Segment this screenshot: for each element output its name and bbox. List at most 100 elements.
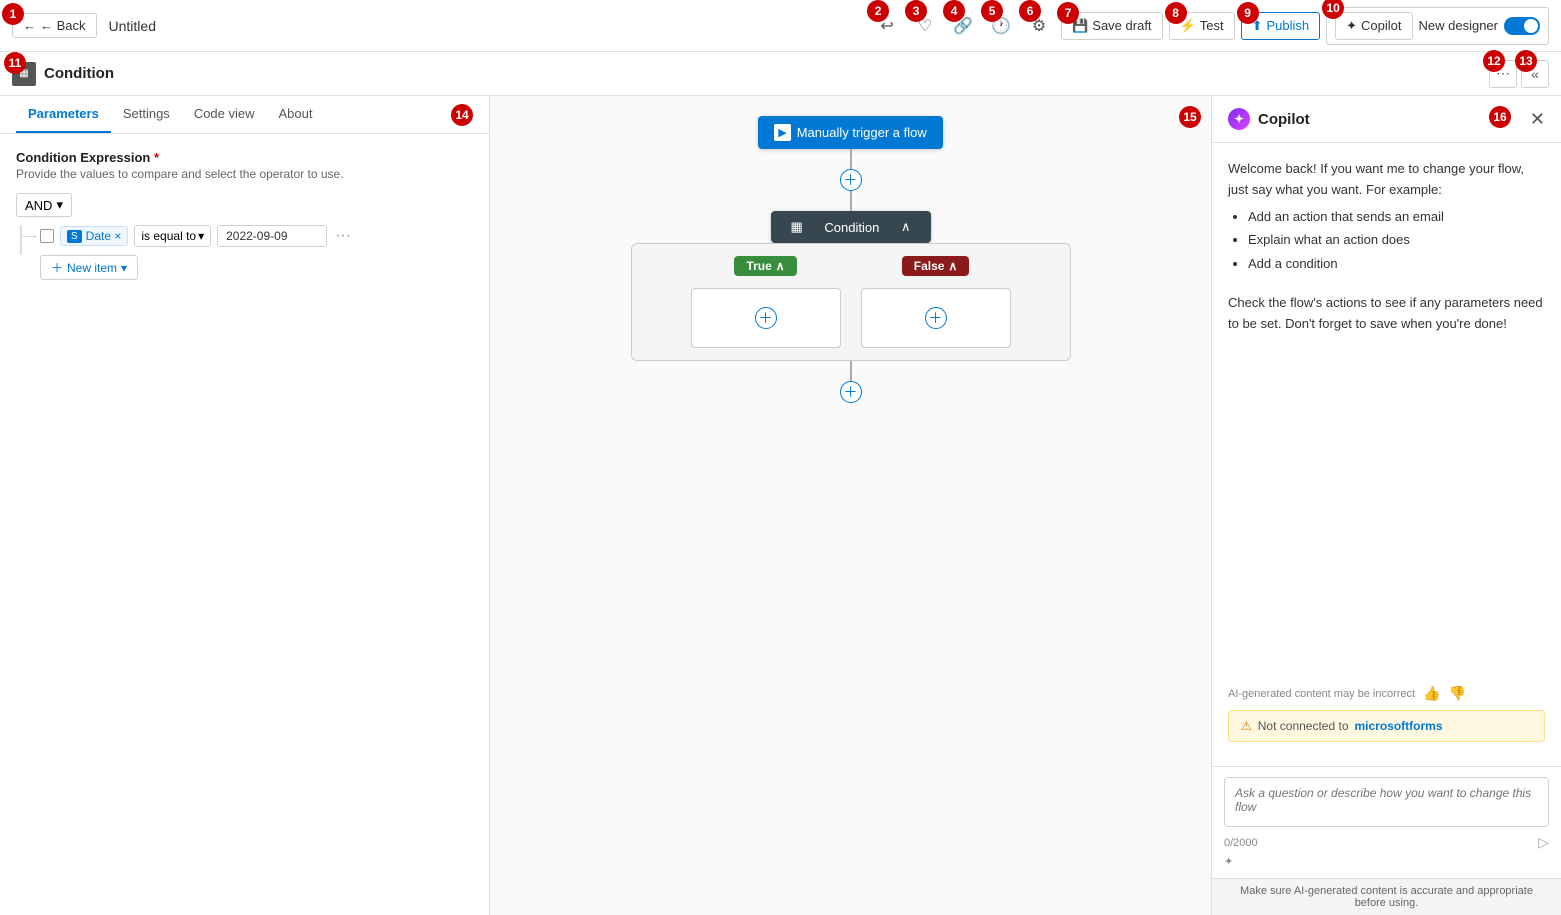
add-after-condition[interactable]: ＋ <box>840 381 862 403</box>
copilot-close-button[interactable]: ✕ <box>1530 109 1545 130</box>
copilot-button[interactable]: ✦ Copilot <box>1335 12 1412 40</box>
true-chevron-icon: ∧ <box>776 259 785 273</box>
new-designer-toggle[interactable] <box>1504 17 1540 35</box>
badge-1: 1 <box>2 3 24 25</box>
copilot-input-footer: 0/2000 ▷ <box>1224 834 1549 851</box>
copilot-check-message: Check the flow's actions to see if any p… <box>1228 293 1545 335</box>
badge5-wrap: 5 🕐 <box>985 10 1017 42</box>
copilot-spark-row: ✦ <box>1224 855 1549 868</box>
required-marker: * <box>154 150 159 165</box>
tab-settings[interactable]: Settings <box>111 96 182 133</box>
operator-dropdown[interactable]: is equal to ▾ <box>134 225 211 247</box>
condition-row: S Date × is equal to ▾ ··· <box>40 225 473 247</box>
second-bar-actions: 12 ⋯ 13 « <box>1489 60 1549 88</box>
ai-disclaimer-text: AI-generated content may be incorrect <box>1228 688 1415 700</box>
true-label: True ∧ <box>734 256 796 276</box>
add-after-trigger[interactable]: ＋ <box>840 169 862 191</box>
horiz-bar <box>20 236 34 237</box>
copilot-chat-input[interactable] <box>1224 777 1549 827</box>
copilot-label: Copilot <box>1361 18 1401 33</box>
true-branch-box: ＋ <box>691 288 841 348</box>
and-dropdown[interactable]: AND ▾ <box>16 193 72 217</box>
add-in-false[interactable]: ＋ <box>925 307 947 329</box>
condition-header: ▦ Condition <box>12 62 114 86</box>
badge4-wrap: 4 🔗 <box>947 10 979 42</box>
copilot-star-icon: ✦ <box>1346 18 1357 34</box>
field-hint: Provide the values to compare and select… <box>16 167 473 181</box>
date-chip[interactable]: S Date × <box>60 226 128 246</box>
copilot-input-area: 0/2000 ▷ ✦ <box>1212 766 1561 878</box>
toggle-knob <box>1524 19 1538 33</box>
trigger-node[interactable]: ▶ Manually trigger a flow <box>758 116 943 149</box>
example-3: Add a condition <box>1248 254 1545 275</box>
badge-12: 12 <box>1483 50 1505 72</box>
add-in-true[interactable]: ＋ <box>755 307 777 329</box>
badge-5: 5 <box>981 0 1003 22</box>
badge6-wrap: 6 ⚙ <box>1023 10 1055 42</box>
badge-15: 15 <box>1179 106 1201 128</box>
trigger-label: Manually trigger a flow <box>797 125 927 140</box>
connector-2 <box>850 191 852 211</box>
condition-flow-label: Condition <box>824 220 879 235</box>
tab-code-view[interactable]: Code view <box>182 96 267 133</box>
true-branch-col: True ∧ ＋ <box>691 256 841 348</box>
badge3-wrap: 3 ♡ <box>909 10 941 42</box>
badge-8: 8 <box>1165 2 1187 24</box>
connector-1 <box>850 149 852 169</box>
branches-row: True ∧ ＋ False ∧ <box>691 256 1011 348</box>
operator-chevron-icon: ▾ <box>198 229 204 243</box>
condition-flow-node[interactable]: ▦ Condition ∧ <box>771 211 931 243</box>
badge-14: 14 <box>451 104 473 126</box>
new-designer-toggle-wrap: ✦ Copilot New designer <box>1326 7 1549 45</box>
copilot-logo-icon: ✦ <box>1228 108 1250 130</box>
char-count: 0/2000 <box>1224 837 1258 849</box>
badge-9: 9 <box>1237 2 1259 24</box>
badge-10: 10 <box>1322 0 1344 19</box>
tab-about[interactable]: About <box>267 96 325 133</box>
false-branch-box: ＋ <box>861 288 1011 348</box>
spark-icon: ✦ <box>1224 855 1233 868</box>
center-panel: 15 ▶ Manually trigger a flow ＋ ▦ Conditi… <box>490 96 1211 915</box>
back-btn-wrap: 1 ← ← Back <box>12 13 97 38</box>
badge-4: 4 <box>943 0 965 22</box>
condition-chevron-icon: ∧ <box>901 219 911 235</box>
ai-disclaimer-row: AI-generated content may be incorrect 👍 … <box>1228 677 1545 702</box>
false-branch-col: False ∧ ＋ <box>861 256 1011 348</box>
copilot-title-text: Copilot <box>1258 111 1310 128</box>
tab-parameters[interactable]: Parameters <box>16 96 111 133</box>
new-item-chevron-icon: ▾ <box>121 261 127 275</box>
badge8-wrap: 8 ⚡ Test <box>1169 12 1235 40</box>
badge-6: 6 <box>1019 0 1041 22</box>
copilot-body: Welcome back! If you want me to change y… <box>1212 143 1561 766</box>
back-button[interactable]: ← ← Back <box>12 13 97 38</box>
send-button[interactable]: ▷ <box>1538 834 1549 851</box>
badge7-wrap: 7 💾 Save draft <box>1061 12 1162 40</box>
new-item-button[interactable]: ＋ New item ▾ <box>40 255 138 280</box>
branches-outer: True ∧ ＋ False ∧ <box>631 243 1071 361</box>
trigger-node-wrap: ▶ Manually trigger a flow ＋ <box>758 116 943 211</box>
copilot-panel: 16 ✦ Copilot ✕ Welcome back! If you want… <box>1211 96 1561 915</box>
top-bar: 1 ← ← Back Untitled 2 ↩ 3 ♡ 4 🔗 5 🕐 6 ⚙ <box>0 0 1561 52</box>
condition-title: Condition <box>44 65 114 82</box>
thumbs-down-button[interactable]: 👎 <box>1449 685 1466 702</box>
back-label: ← Back <box>40 18 86 33</box>
badge-2: 2 <box>867 0 889 22</box>
badge13-wrap: 13 « <box>1521 60 1549 88</box>
vert-bar <box>20 225 22 255</box>
not-connected-banner: ⚠ Not connected to microsoftforms <box>1228 710 1545 742</box>
thumbs-up-button[interactable]: 👍 <box>1423 685 1440 702</box>
badge-3: 3 <box>905 0 927 22</box>
main-layout: Parameters Settings Code view About 14 C… <box>0 96 1561 915</box>
example-2: Explain what an action does <box>1248 230 1545 251</box>
panel-content: Condition Expression * Provide the value… <box>0 134 489 915</box>
row-more-button[interactable]: ··· <box>335 227 351 245</box>
service-name: microsoftforms <box>1355 719 1443 733</box>
connector-3 <box>850 361 852 381</box>
date-chip-text: Date × <box>86 229 122 243</box>
warning-icon: ⚠ <box>1241 719 1252 733</box>
copilot-footer-note: Make sure AI-generated content is accura… <box>1212 878 1561 915</box>
new-designer-label: New designer <box>1419 18 1499 33</box>
example-1: Add an action that sends an email <box>1248 207 1545 228</box>
value-input[interactable] <box>217 225 327 247</box>
row-checkbox[interactable] <box>40 229 54 243</box>
